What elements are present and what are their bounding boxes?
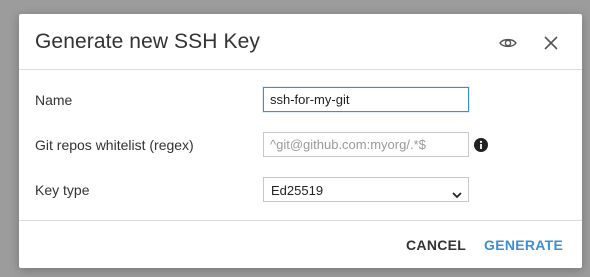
key-type-label: Key type <box>35 182 90 198</box>
chevron-down-icon <box>452 186 462 199</box>
name-input[interactable] <box>263 87 469 112</box>
dialog-header: Generate new SSH Key <box>19 14 582 70</box>
close-icon[interactable] <box>540 32 562 54</box>
key-type-value: Ed25519 <box>271 183 324 198</box>
dialog-footer: CANCEL GENERATE <box>19 221 582 268</box>
git-whitelist-label: Git repos whitelist (regex) <box>35 137 194 153</box>
ssh-key-dialog: Generate new SSH Key Name Git repos whit… <box>19 14 582 268</box>
name-label: Name <box>35 92 73 108</box>
git-whitelist-input[interactable] <box>263 132 469 157</box>
info-icon[interactable] <box>474 138 488 152</box>
key-type-select[interactable]: Ed25519 <box>263 177 469 202</box>
cancel-button[interactable]: CANCEL <box>406 237 466 253</box>
eye-icon[interactable] <box>497 32 519 54</box>
generate-button[interactable]: GENERATE <box>484 237 563 253</box>
dialog-title: Generate new SSH Key <box>35 30 260 53</box>
dialog-body: Name Git repos whitelist (regex) Key typ… <box>19 70 582 221</box>
